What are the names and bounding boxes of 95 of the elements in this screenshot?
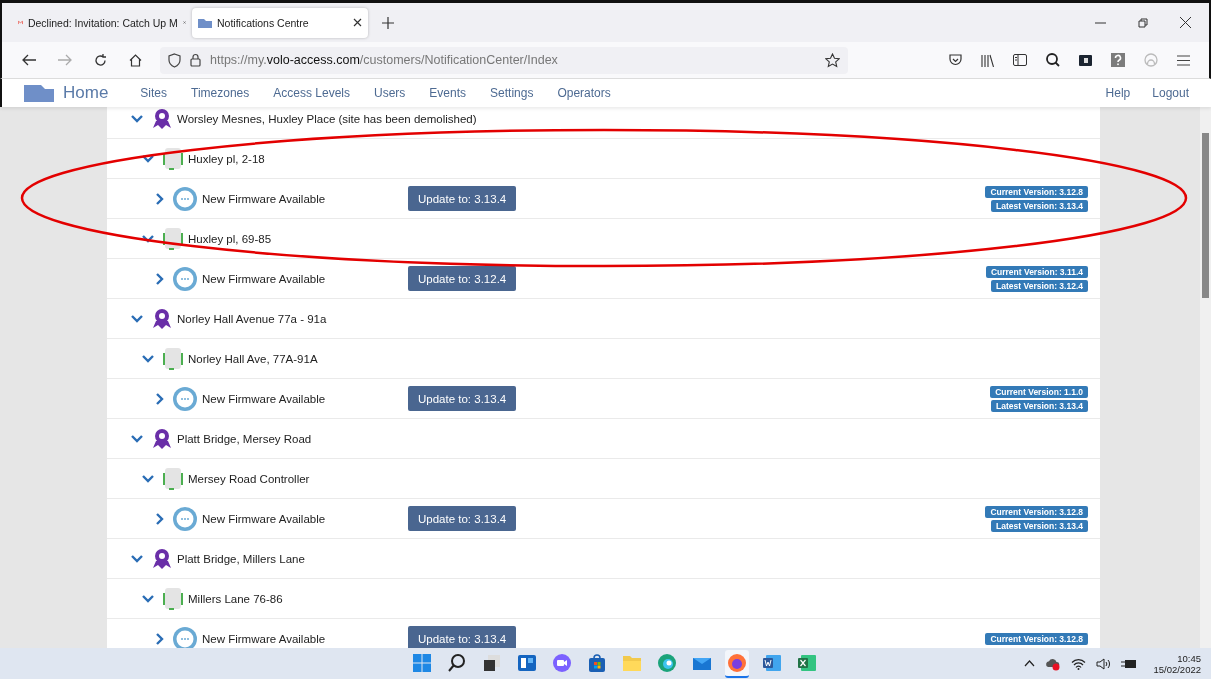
controller-name: Norley Hall Ave, 77A-91A — [188, 352, 318, 365]
nav-link[interactable]: Logout — [1152, 86, 1189, 100]
site-name: Norley Hall Avenue 77a - 91a — [177, 312, 327, 325]
controller-icon — [162, 346, 184, 371]
current-version-label: Current Version: 1.1.0 — [990, 385, 1088, 398]
speaker-icon[interactable] — [1096, 657, 1112, 670]
chat-bubble-icon — [172, 265, 198, 292]
minimize-icon[interactable] — [1095, 21, 1106, 24]
url-text: https://my.volo-access.com/customers/NotificationCenter/Index — [210, 53, 558, 67]
reload-icon[interactable] — [94, 53, 107, 67]
site-name: Platt Bridge, Millers Lane — [177, 552, 305, 565]
chevron-icon[interactable] — [131, 554, 143, 563]
caret-up-icon[interactable] — [1024, 660, 1036, 667]
notification-title: New Firmware Available — [202, 512, 327, 525]
shield-icon — [168, 52, 181, 68]
new-tab-icon[interactable] — [382, 16, 394, 29]
chevron-icon[interactable] — [142, 474, 154, 483]
notification-title: New Firmware Available — [202, 272, 327, 285]
close-icon[interactable] — [353, 18, 362, 27]
clock-date: 15/02/2022 — [1153, 663, 1201, 675]
chevron-icon[interactable] — [131, 114, 143, 123]
location-pin-icon — [151, 307, 173, 330]
nav-link[interactable]: Users — [374, 86, 406, 100]
chevron-icon[interactable] — [155, 192, 164, 205]
notification-title: New Firmware Available — [202, 392, 327, 405]
cloud-icon[interactable] — [1045, 656, 1062, 671]
nav-link[interactable]: Sites — [140, 86, 168, 100]
chevron-icon[interactable] — [142, 154, 154, 163]
site-name: Worsley Mesnes, Huxley Place (site has been demolished) — [177, 112, 477, 125]
close-icon[interactable] — [1180, 17, 1191, 28]
browser-tab[interactable]: Notifications Centre — [192, 7, 368, 38]
nav-link[interactable]: Help — [1105, 86, 1131, 100]
browser-tab[interactable]: Declined: Invitation: Catch Up M — [12, 7, 192, 38]
folder-icon — [198, 17, 212, 28]
clock-time: 10:45 — [1177, 652, 1201, 664]
chat-bubble-icon — [172, 185, 198, 212]
pocket-icon[interactable] — [949, 54, 962, 66]
chevron-icon[interactable] — [155, 512, 164, 525]
update-button[interactable]: Update to: 3.13.4 — [408, 186, 517, 211]
chevron-icon[interactable] — [155, 392, 164, 405]
restore-icon[interactable] — [1138, 17, 1148, 28]
battery-plug-icon[interactable] — [1121, 658, 1138, 669]
library-icon[interactable] — [981, 53, 994, 67]
controller-name: Huxley pl, 2-18 — [188, 152, 265, 165]
chevron-icon[interactable] — [142, 234, 154, 243]
nav-link[interactable]: Operators — [557, 86, 611, 100]
menu-icon[interactable] — [1177, 54, 1190, 66]
help-icon[interactable] — [1111, 53, 1125, 67]
controller-icon — [162, 466, 184, 491]
notification-title: New Firmware Available — [202, 192, 327, 205]
location-pin-icon — [151, 427, 173, 450]
controller-name: Mersey Road Controller — [188, 472, 310, 485]
address-bar[interactable]: https://my.volo-access.com/customers/NotificationCenter/Index — [160, 46, 848, 74]
chevron-icon[interactable] — [155, 632, 164, 645]
controller-name: Huxley pl, 69-85 — [188, 232, 272, 245]
star-icon[interactable] — [825, 52, 840, 68]
current-version-label: Current Version: 3.12.8 — [985, 505, 1088, 518]
back-icon[interactable] — [22, 54, 36, 66]
current-version-label: Current Version: 3.12.8 — [985, 185, 1088, 198]
chevron-icon[interactable] — [131, 434, 143, 443]
latest-version-label: Latest Version: 3.13.4 — [991, 199, 1088, 212]
chevron-icon[interactable] — [131, 314, 143, 323]
scrollbar-thumb[interactable] — [1202, 133, 1209, 298]
chevron-icon[interactable] — [155, 272, 164, 285]
extension-icon[interactable] — [1079, 54, 1092, 66]
latest-version-label: Latest Version: 3.13.4 — [991, 399, 1088, 412]
wifi-icon[interactable] — [1071, 657, 1087, 670]
notification-title: New Firmware Available — [202, 632, 327, 645]
latest-version-label: Latest Version: 3.13.4 — [991, 519, 1088, 532]
update-button[interactable]: Update to: 3.13.4 — [408, 386, 517, 411]
nav-link[interactable]: Events — [429, 86, 467, 100]
chevron-icon[interactable] — [142, 594, 154, 603]
update-button[interactable]: Update to: 3.12.4 — [408, 266, 517, 291]
location-pin-icon — [151, 547, 173, 570]
magnifier-icon[interactable] — [1046, 53, 1060, 67]
chat-bubble-icon — [172, 385, 198, 412]
nav-link[interactable]: Access Levels — [273, 86, 350, 100]
chat-bubble-icon — [172, 505, 198, 532]
home-link[interactable]: Home — [63, 83, 109, 103]
lock-icon — [190, 53, 201, 67]
chevron-icon[interactable] — [142, 354, 154, 363]
current-version-label: Current Version: 3.12.8 — [985, 632, 1088, 645]
latest-version-label: Latest Version: 3.12.4 — [991, 279, 1088, 292]
update-button[interactable]: Update to: 3.13.4 — [408, 626, 517, 648]
firefox-app-icon[interactable] — [725, 649, 749, 678]
site-name: Platt Bridge, Mersey Road — [177, 432, 312, 445]
nav-link[interactable]: Settings — [490, 86, 534, 100]
current-version-label: Current Version: 3.11.4 — [985, 265, 1088, 278]
controller-name: Millers Lane 76-86 — [188, 592, 283, 605]
folder-logo-icon — [24, 84, 54, 102]
sidebar-icon[interactable] — [1013, 54, 1027, 66]
nav-link[interactable]: Timezones — [191, 86, 250, 100]
controller-icon — [162, 586, 184, 611]
home-icon[interactable] — [129, 53, 142, 67]
update-button[interactable]: Update to: 3.13.4 — [408, 506, 517, 531]
